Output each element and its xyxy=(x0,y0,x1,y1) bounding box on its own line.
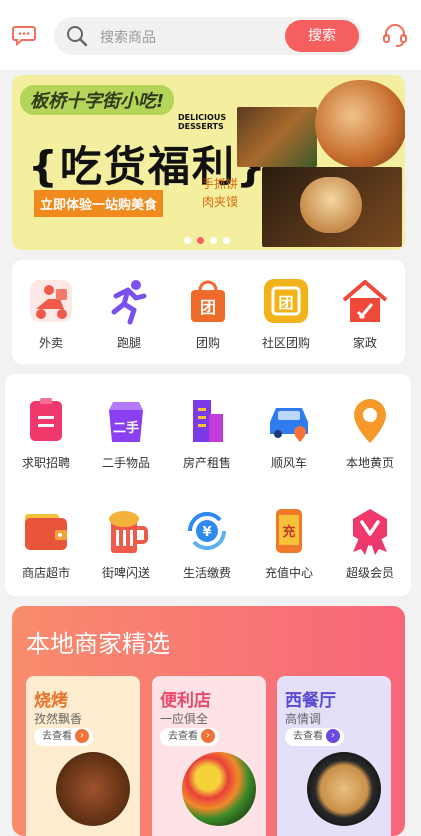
quick-item-takeout[interactable]: 外卖 xyxy=(12,276,90,351)
quick-item-label: 社区团购 xyxy=(261,336,310,350)
group-buy-bag-icon: 团 xyxy=(183,276,233,326)
merchant-card-western-restaurant[interactable]: 西餐厅 高情调 去查看 › xyxy=(277,676,391,836)
banner-deli-label: DELICIOUS DESSERTS xyxy=(178,113,227,131)
svg-text:团: 团 xyxy=(278,294,293,312)
merchant-desc: 一应俱全 xyxy=(160,712,209,726)
service-item-local-yellow-pages[interactable]: 本地黄页 xyxy=(331,396,409,471)
banner-wrap-photo xyxy=(315,80,405,168)
service-item-recharge[interactable]: 充 充值中心 xyxy=(250,506,328,581)
service-item-beer-delivery[interactable]: 街啤闪送 xyxy=(87,506,165,581)
service-item-label: 生活缴费 xyxy=(182,566,231,580)
fruit-basket-image xyxy=(182,752,256,826)
real-estate-icon xyxy=(182,396,232,446)
service-item-label: 商店超市 xyxy=(21,566,70,580)
quick-item-group-buy[interactable]: 团 团购 xyxy=(169,276,247,351)
banner-roujiamo-photo xyxy=(262,167,402,247)
service-item-label: 充值中心 xyxy=(264,566,313,580)
running-man-icon xyxy=(104,276,154,326)
service-item-super-vip[interactable]: 超级会员 xyxy=(331,506,409,581)
location-pin-icon xyxy=(345,396,395,446)
local-merchants-title: 本地商家精选 xyxy=(26,630,170,658)
merchant-card-convenience-store[interactable]: 便利店 一应俱全 去查看 › xyxy=(152,676,266,836)
search-icon xyxy=(67,26,88,47)
service-item-jobs[interactable]: 求职招聘 xyxy=(7,396,85,471)
job-icon xyxy=(21,396,71,446)
quick-item-label: 团购 xyxy=(195,336,220,350)
bbq-skewer-image xyxy=(56,752,130,826)
merchant-card-bbq[interactable]: 烧烤 孜然飘香 去查看 › xyxy=(26,676,140,836)
banner-subline: 立即体验一站购美食 xyxy=(34,190,164,217)
banner-dot[interactable] xyxy=(223,237,230,244)
service-item-label: 顺风车 xyxy=(270,456,307,470)
quick-item-community-group-buy[interactable]: 团 社区团购 xyxy=(247,276,325,351)
chevron-right-icon: › xyxy=(326,729,340,743)
banner-title: 板桥十字街小吃! xyxy=(20,85,175,115)
svg-text:二手: 二手 xyxy=(113,420,139,436)
delivery-scooter-icon xyxy=(26,276,76,326)
service-item-utility-payment[interactable]: ¥ 生活缴费 xyxy=(168,506,246,581)
svg-text:充: 充 xyxy=(282,524,295,540)
merchant-title: 便利店 xyxy=(160,691,211,711)
merchant-title: 烧烤 xyxy=(34,691,68,711)
second-hand-icon: 二手 xyxy=(101,396,151,446)
service-item-label: 求职招聘 xyxy=(21,456,70,470)
service-item-supermarket[interactable]: 商店超市 xyxy=(7,506,85,581)
beer-icon xyxy=(101,506,151,556)
merchant-title: 西餐厅 xyxy=(285,691,336,711)
merchant-desc: 高情调 xyxy=(285,712,322,726)
quick-item-housekeeping[interactable]: 家政 xyxy=(326,276,404,351)
recharge-phone-icon: 充 xyxy=(264,506,314,556)
pasta-image xyxy=(307,752,381,826)
svg-text:团: 团 xyxy=(200,298,216,317)
view-button[interactable]: 去查看 › xyxy=(34,728,93,746)
housekeeping-icon xyxy=(340,276,390,326)
banner-handwritten: 手抓饼 肉夹馍 xyxy=(202,177,239,209)
car-icon xyxy=(264,396,314,446)
quick-menu: 外卖 跑腿 团 团购 团 社区团购 家政 xyxy=(12,260,405,364)
banner-skewer-photo xyxy=(237,107,317,167)
service-item-label: 街啤闪送 xyxy=(101,566,150,580)
top-bar: 搜索商品 搜索 xyxy=(0,0,421,70)
quick-item-label: 外卖 xyxy=(38,336,63,350)
view-button[interactable]: 去查看 › xyxy=(285,728,344,746)
banner-dot-active[interactable] xyxy=(197,237,204,244)
service-item-carpool[interactable]: 顺风车 xyxy=(250,396,328,471)
search-input[interactable]: 搜索商品 xyxy=(100,27,156,47)
view-button[interactable]: 去查看 › xyxy=(160,728,219,746)
banner-pagination[interactable] xyxy=(184,229,236,248)
services-grid: 求职招聘 二手 二手物品 房产租售 顺风车 本地黄页 商店超市 街啤闪送 ¥ 生… xyxy=(5,374,411,596)
quick-item-label: 家政 xyxy=(352,336,377,350)
community-group-buy-icon: 团 xyxy=(261,276,311,326)
service-item-label: 本地黄页 xyxy=(345,456,394,470)
quick-item-label: 跑腿 xyxy=(116,336,141,350)
yuan-payment-icon: ¥ xyxy=(182,506,232,556)
local-merchants-section: 本地商家精选 烧烤 孜然飘香 去查看 › 便利店 一应俱全 去查看 › 西餐厅 高情… xyxy=(12,606,405,836)
quick-item-errand[interactable]: 跑腿 xyxy=(90,276,168,351)
customer-service-headset-icon[interactable] xyxy=(382,22,408,48)
svg-text:¥: ¥ xyxy=(202,525,211,540)
merchant-desc: 孜然飘香 xyxy=(34,712,83,726)
wallet-icon xyxy=(21,506,71,556)
search-button[interactable]: 搜索 xyxy=(285,20,359,52)
service-item-second-hand[interactable]: 二手 二手物品 xyxy=(87,396,165,471)
search-bar[interactable]: 搜索商品 搜索 xyxy=(54,17,362,55)
service-item-real-estate[interactable]: 房产租售 xyxy=(168,396,246,471)
banner-dot[interactable] xyxy=(184,237,191,244)
chevron-right-icon: › xyxy=(201,729,215,743)
service-item-label: 二手物品 xyxy=(101,456,150,470)
vip-badge-icon xyxy=(345,506,395,556)
service-item-label: 超级会员 xyxy=(345,566,394,580)
promo-banner[interactable]: 板桥十字街小吃! DELICIOUS DESSERTS {吃货福利} 立即体验一站… xyxy=(12,75,405,250)
service-item-label: 房产租售 xyxy=(182,456,231,470)
chat-bubble-icon[interactable] xyxy=(12,24,36,46)
banner-dot[interactable] xyxy=(210,237,217,244)
chevron-right-icon: › xyxy=(75,729,89,743)
